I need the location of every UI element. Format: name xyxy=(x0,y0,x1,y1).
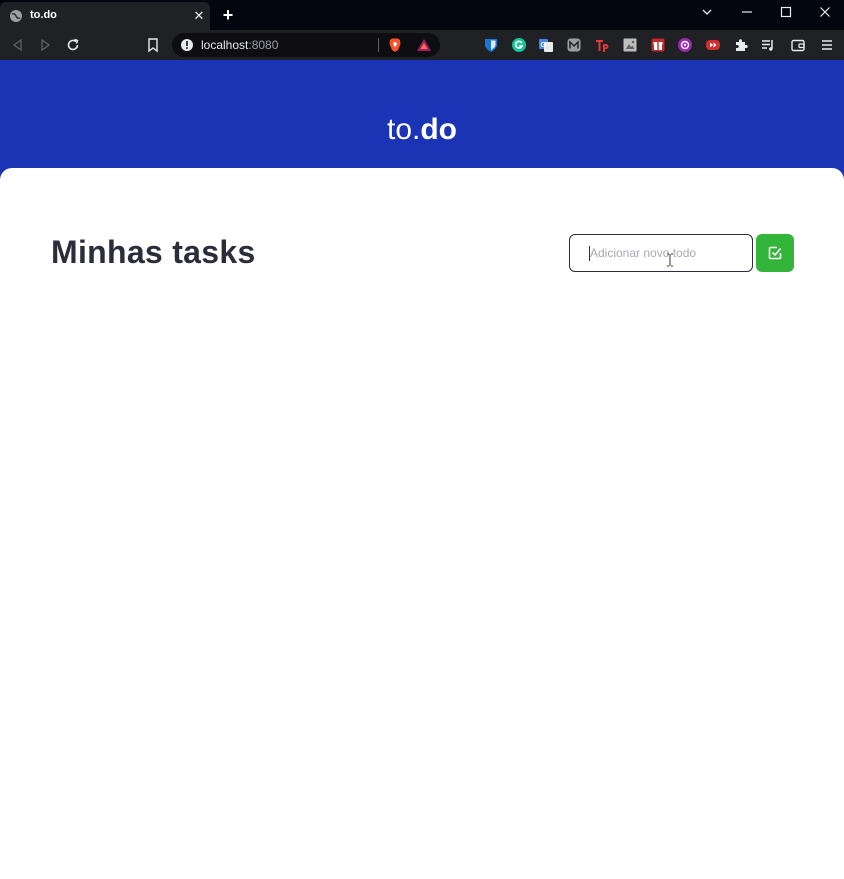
page-header: to.do xyxy=(0,60,844,180)
bitwarden-icon[interactable] xyxy=(483,37,499,53)
site-info-icon[interactable] xyxy=(180,38,194,52)
back-icon[interactable] xyxy=(10,37,26,53)
brave-rewards-icon[interactable] xyxy=(416,37,432,53)
reload-icon[interactable] xyxy=(65,37,81,53)
menu-icon[interactable] xyxy=(819,37,835,53)
maximize-icon[interactable] xyxy=(767,0,805,30)
page-main: Minhas tasks xyxy=(0,168,844,879)
image-ext-icon[interactable] xyxy=(622,37,638,53)
svg-text:G: G xyxy=(541,42,547,49)
purple-ext-icon[interactable] xyxy=(677,37,693,53)
brand-light: to. xyxy=(386,113,421,146)
new-todo-input[interactable] xyxy=(569,234,753,272)
text-caret xyxy=(589,246,590,261)
text-cursor-icon xyxy=(667,253,673,267)
media-ext-icon[interactable] xyxy=(705,37,721,53)
bookmark-icon[interactable] xyxy=(145,37,161,53)
add-todo-button[interactable] xyxy=(756,234,794,272)
page-title: Minhas tasks xyxy=(51,234,256,270)
browser-tab[interactable]: to.do ✕ xyxy=(0,2,210,30)
forward-icon[interactable] xyxy=(37,37,53,53)
extensions-puzzle-icon[interactable] xyxy=(733,37,749,53)
brand-bold: do xyxy=(420,113,457,146)
extension-m-icon[interactable] xyxy=(566,37,582,53)
brave-shields-icon[interactable] xyxy=(387,37,403,53)
tab-search-chevron-icon[interactable] xyxy=(688,0,726,30)
playlist-icon[interactable] xyxy=(760,37,776,53)
url-port: :8080 xyxy=(248,38,279,52)
minimize-icon[interactable] xyxy=(728,0,766,30)
tp-icon[interactable] xyxy=(594,37,610,53)
globe-icon xyxy=(10,10,22,22)
grammarly-icon[interactable] xyxy=(511,37,527,53)
check-square-icon xyxy=(768,246,782,260)
browser-toolbar: localhost:8080 G xyxy=(0,30,844,60)
address-bar[interactable]: localhost:8080 xyxy=(172,33,440,57)
url-text[interactable]: localhost:8080 xyxy=(201,38,278,52)
tab-close-icon[interactable]: ✕ xyxy=(192,9,206,23)
wallet-icon[interactable] xyxy=(790,37,806,53)
brand-logo: to.do xyxy=(0,113,844,147)
url-divider xyxy=(378,38,379,52)
tab-title: to.do xyxy=(30,9,57,21)
new-tab-icon[interactable]: + xyxy=(219,6,237,24)
gift-icon[interactable] xyxy=(650,37,666,53)
url-host: localhost xyxy=(201,38,249,52)
browser-titlebar: to.do ✕ + xyxy=(0,0,844,30)
translate-icon[interactable]: G xyxy=(538,37,554,53)
close-window-icon[interactable] xyxy=(806,0,844,30)
